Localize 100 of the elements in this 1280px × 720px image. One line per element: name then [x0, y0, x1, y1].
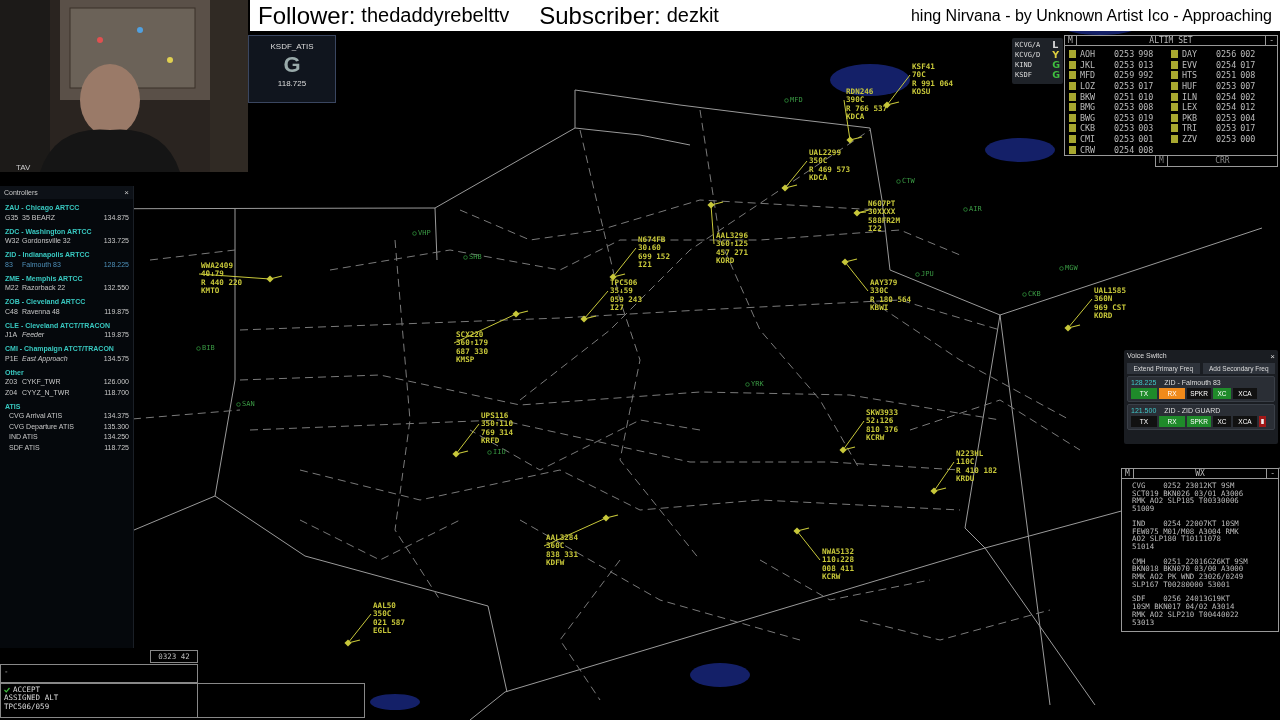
fix-icon	[412, 230, 417, 236]
station-marker	[1069, 71, 1076, 80]
leader-line	[1067, 298, 1093, 329]
aircraft-target-icon	[853, 209, 870, 217]
altimeter-value: 017	[1138, 81, 1154, 92]
station-code: ZZV	[1182, 134, 1199, 145]
station-code: MFD	[1080, 70, 1097, 81]
station-code: AOH	[1080, 49, 1097, 60]
leader-line	[453, 313, 517, 344]
altimeter-value: 019	[1138, 112, 1154, 123]
station-code: BMG	[1080, 102, 1097, 113]
weather-cell	[690, 663, 750, 687]
station-marker	[1069, 124, 1076, 133]
minimize-button[interactable]: -	[1265, 36, 1277, 45]
aircraft-target-icon	[781, 184, 798, 192]
window-title: CRR	[1214, 156, 1231, 166]
aircraft-target-icon	[580, 315, 597, 323]
altimeter-value: 002	[1240, 49, 1256, 60]
aircraft-target-icon	[512, 310, 529, 318]
altimeter-value: 001	[1138, 134, 1154, 145]
fix-icon	[896, 178, 901, 184]
leader-line	[543, 517, 607, 547]
altimeter-value: 992	[1138, 70, 1154, 81]
report-time: 0253	[1114, 81, 1135, 92]
close-button[interactable]: ×	[1270, 352, 1275, 361]
altimeter-value: 007	[1240, 81, 1256, 92]
station-code: BKW	[1080, 91, 1097, 102]
status-code: L	[1052, 40, 1060, 50]
status-code: G	[1052, 60, 1060, 70]
altimeter-value: 003	[1138, 123, 1154, 134]
status-code: Y	[1052, 50, 1060, 60]
aircraft-target-icon	[707, 201, 724, 209]
report-time: 0253	[1216, 112, 1237, 123]
altimeter-value: 017	[1240, 123, 1256, 134]
delete-icon[interactable]	[1259, 416, 1266, 427]
leader-line	[933, 461, 955, 492]
leader-line	[796, 530, 821, 561]
station-marker	[1171, 124, 1178, 133]
leader-line	[612, 247, 637, 278]
station-code: DAY	[1182, 49, 1199, 60]
station-code: LEX	[1182, 102, 1199, 113]
report-time: 0253	[1216, 123, 1237, 134]
menu-button[interactable]: M	[1156, 156, 1168, 166]
fix-icon	[915, 271, 920, 277]
fix-icon	[784, 97, 789, 103]
station-code: CRW	[1080, 144, 1097, 155]
webcam-caption: TAV	[16, 163, 31, 172]
fix-icon	[963, 206, 968, 212]
fix-icon	[463, 254, 468, 260]
aircraft-target-icon	[930, 487, 947, 495]
report-time: 0254	[1216, 59, 1237, 70]
fix-icon	[196, 345, 201, 351]
report-time: 0253	[1114, 123, 1135, 134]
report-time: 0253	[1114, 112, 1135, 123]
report-time: 0254	[1114, 144, 1135, 155]
altimeter-value: 008	[1240, 70, 1256, 81]
subscriber-label: Subscriber:	[539, 1, 661, 30]
aircraft-target-icon	[344, 639, 361, 647]
window-title: ALTIM SET	[1148, 36, 1194, 45]
status-code: G	[1052, 70, 1060, 80]
minimize-button[interactable]: -	[1266, 469, 1278, 478]
station-code: CKB	[1080, 123, 1097, 134]
report-time: 0254	[1216, 91, 1237, 102]
subscriber-name: dezkit	[666, 4, 719, 27]
station-code: BWG	[1080, 112, 1097, 123]
station-code: CMI	[1080, 134, 1097, 145]
report-time: 0253	[1114, 102, 1135, 113]
fix-icon	[236, 401, 241, 407]
close-button[interactable]: ×	[124, 188, 129, 197]
aircraft-target-icon	[793, 527, 810, 535]
leader-line	[844, 261, 869, 292]
leader-line	[583, 290, 609, 320]
altimeter-value: 000	[1240, 134, 1256, 145]
leader-line	[842, 420, 865, 451]
report-time: 0253	[1216, 81, 1237, 92]
station-code: EVV	[1182, 59, 1199, 70]
aircraft-target-icon	[609, 273, 626, 281]
report-time: 0251	[1216, 70, 1237, 81]
altimeter-value: 004	[1240, 112, 1256, 123]
aircraft-target-icon	[841, 258, 858, 266]
fix-icon	[745, 381, 750, 387]
altimeter-value: 002	[1240, 91, 1256, 102]
altimeter-value: 017	[1240, 59, 1256, 70]
aircraft-target-icon	[846, 136, 863, 144]
station-code: PKB	[1182, 112, 1199, 123]
aircraft-target-icon	[839, 446, 856, 454]
altimeter-value: 012	[1240, 102, 1256, 113]
aircraft-target-icon	[602, 514, 619, 522]
altimeter-value: 008	[1138, 102, 1154, 113]
weather-cell	[985, 138, 1055, 162]
aircraft-target-icon	[266, 275, 283, 283]
altimeter-value: 013	[1138, 59, 1154, 70]
menu-button[interactable]: M	[1122, 469, 1134, 478]
report-time: 0253	[1114, 59, 1135, 70]
report-time: 0254	[1216, 102, 1237, 113]
aircraft-target-icon	[1064, 324, 1081, 332]
report-time: 0259	[1114, 70, 1135, 81]
leader-line	[784, 160, 808, 189]
menu-button[interactable]: M	[1065, 36, 1077, 45]
station-code: LOZ	[1080, 81, 1097, 92]
